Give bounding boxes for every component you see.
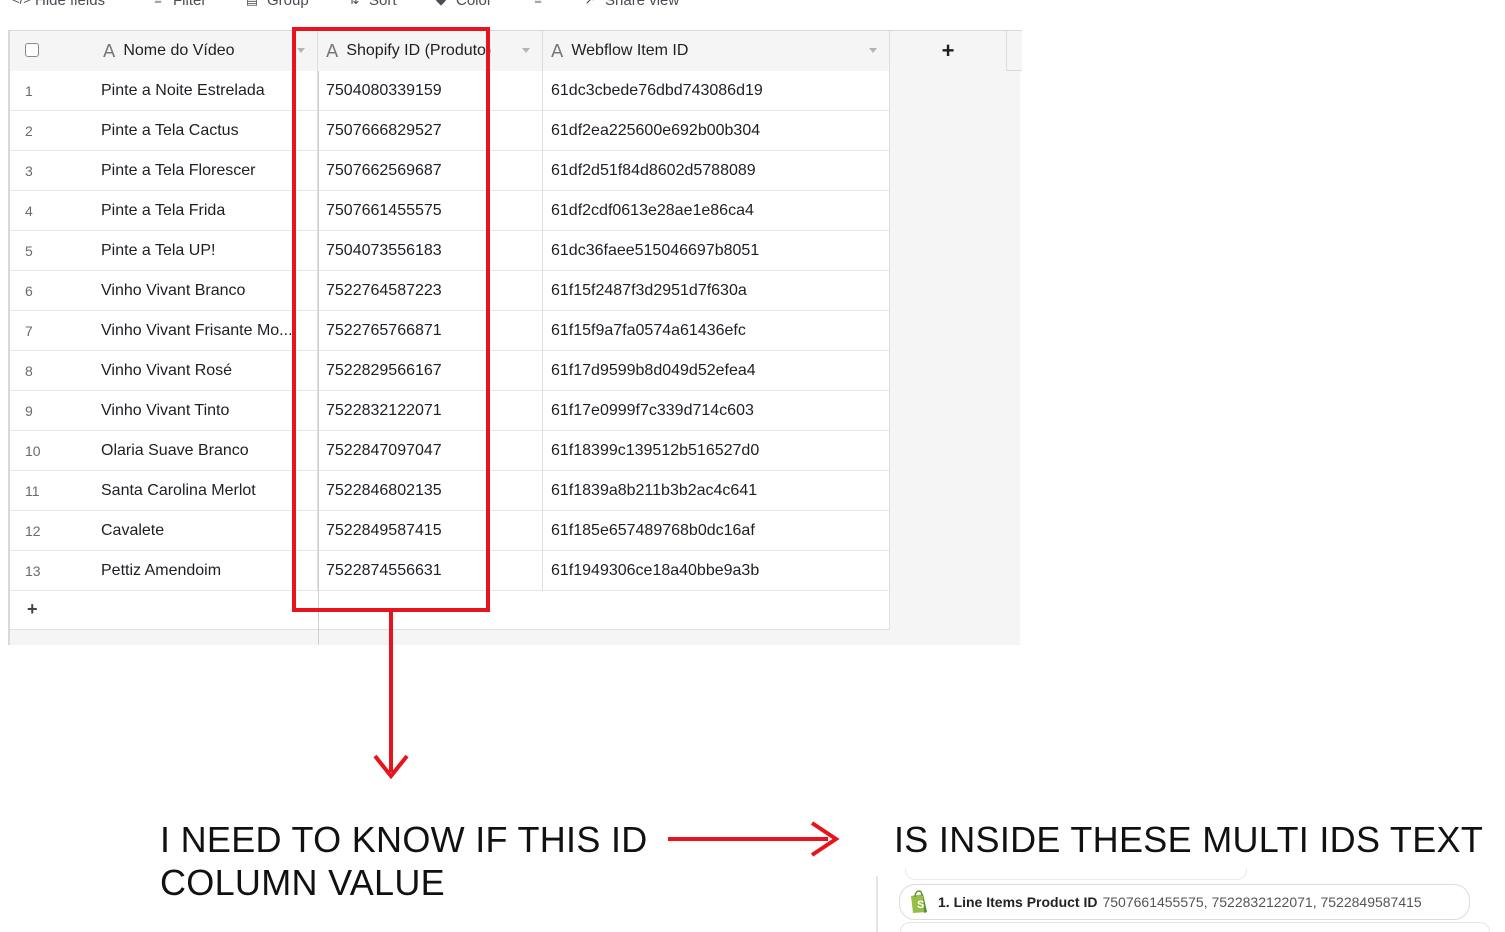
- hide-fields-label: Hide fields: [35, 0, 106, 9]
- cell-webflow-item-id[interactable]: 61f1839a8b211b3b2ac4c641: [543, 471, 890, 510]
- row-number: 13: [25, 562, 41, 579]
- row-number: 5: [25, 242, 33, 259]
- filter-icon: ≡: [150, 0, 166, 8]
- row-height-button[interactable]: ≡: [530, 0, 546, 12]
- hide-fields-button[interactable]: </> Hide fields: [12, 0, 105, 12]
- view-toolbar: </> Hide fields ≡ Filter ▤ Group ⇅ Sort …: [0, 0, 1020, 12]
- plus-icon: +: [27, 599, 38, 619]
- arrow-down-icon: [373, 754, 409, 780]
- cell-webflow-item-id[interactable]: 61f1949306ce18a40bbe9a3b: [543, 551, 890, 590]
- cell-nome-do-video[interactable]: Olaria Suave Branco: [100, 431, 318, 470]
- cell-webflow-item-id[interactable]: 61df2ea225600e692b00b304: [543, 111, 890, 150]
- cell-webflow-item-id[interactable]: 61f15f2487f3d2951d7f630a: [543, 271, 890, 310]
- add-column-button[interactable]: +: [890, 31, 1007, 71]
- chevron-down-icon[interactable]: [869, 48, 877, 53]
- cell-nome-do-video[interactable]: Pettiz Amendoim: [100, 551, 318, 590]
- cell-nome-do-video[interactable]: Cavalete: [100, 511, 318, 550]
- row-number: 2: [25, 122, 33, 139]
- paint-bucket-icon: ◆: [433, 0, 449, 8]
- cell-nome-do-video[interactable]: Vinho Vivant Frisante Mo...: [100, 311, 318, 350]
- text-field-icon: A: [103, 40, 116, 62]
- text-field-icon: A: [551, 40, 564, 62]
- column-title: Nome do Vídeo: [123, 42, 235, 59]
- filter-label: Filter: [173, 0, 207, 9]
- cell-nome-do-video[interactable]: Pinte a Tela Cactus: [100, 111, 318, 150]
- cell-nome-do-video[interactable]: Pinte a Noite Estrelada: [100, 71, 318, 110]
- row-height-icon: ≡: [530, 0, 546, 8]
- row-number: 1: [25, 82, 33, 99]
- share-view-label: Share view: [605, 0, 680, 9]
- row-number: 9: [25, 402, 33, 419]
- field-label: 1. Line Items Product ID: [938, 894, 1098, 910]
- arrow-right-shaft: [668, 837, 828, 841]
- cell-nome-do-video[interactable]: Pinte a Tela Frida: [100, 191, 318, 230]
- chevron-down-icon[interactable]: [522, 48, 530, 53]
- annotation-line: COLUMN VALUE: [160, 862, 445, 903]
- next-field-edge: [900, 922, 1490, 932]
- cell-nome-do-video[interactable]: Vinho Vivant Branco: [100, 271, 318, 310]
- data-grid: A Nome do Vídeo A Shopify ID (Produto) A…: [8, 30, 1022, 645]
- annotation-left-text: I NEED TO KNOW IF THIS ID COLUMN VALUE: [160, 818, 660, 904]
- group-button[interactable]: ▤ Group: [244, 0, 309, 12]
- hide-fields-icon: </>: [12, 0, 31, 8]
- cell-webflow-item-id[interactable]: 61dc36faee515046697b8051: [543, 231, 890, 270]
- group-icon: ▤: [244, 0, 260, 8]
- color-label: Color: [456, 0, 492, 9]
- cell-nome-do-video[interactable]: Vinho Vivant Rosé: [100, 351, 318, 390]
- cell-webflow-item-id[interactable]: 61f185e657489768b0dc16af: [543, 511, 890, 550]
- share-icon: ↗: [582, 0, 598, 8]
- plus-icon: +: [941, 38, 955, 63]
- grid-header: A Nome do Vídeo A Shopify ID (Produto) A…: [10, 30, 1022, 71]
- filter-button[interactable]: ≡ Filter: [150, 0, 206, 12]
- row-number: 12: [25, 522, 41, 539]
- row-number: 6: [25, 282, 33, 299]
- row-number: 4: [25, 202, 33, 219]
- group-label: Group: [267, 0, 309, 9]
- annotation-line: I NEED TO KNOW IF THIS ID: [160, 819, 648, 860]
- arrow-down-shaft: [389, 612, 393, 772]
- cell-webflow-item-id[interactable]: 61f17d9599b8d049d52efea4: [543, 351, 890, 390]
- cell-nome-do-video[interactable]: Pinte a Tela UP!: [100, 231, 318, 270]
- svg-text:S: S: [917, 899, 924, 911]
- cell-webflow-item-id[interactable]: 61f15f9a7fa0574a61436efc: [543, 311, 890, 350]
- row-number: 3: [25, 162, 33, 179]
- previous-field-edge: [905, 868, 1247, 880]
- column-title: Webflow Item ID: [571, 42, 689, 59]
- cell-webflow-item-id[interactable]: 61f17e0999f7c339d714c603: [543, 391, 890, 430]
- cell-webflow-item-id[interactable]: 61df2d51f84d8602d5788089: [543, 151, 890, 190]
- sort-button[interactable]: ⇅ Sort: [346, 0, 397, 12]
- select-all-checkbox[interactable]: [25, 43, 39, 57]
- arrow-right-icon: [810, 821, 840, 857]
- column-header-webflow-id[interactable]: A Webflow Item ID: [543, 31, 890, 71]
- color-button[interactable]: ◆ Color: [433, 0, 492, 12]
- sort-icon: ⇅: [346, 0, 362, 8]
- highlight-box: [292, 27, 490, 612]
- sort-label: Sort: [369, 0, 397, 9]
- annotation-right-text: IS INSIDE THESE MULTI IDS TEXT: [894, 819, 1484, 860]
- cell-nome-do-video[interactable]: Santa Carolina Merlot: [100, 471, 318, 510]
- row-number: 7: [25, 322, 33, 339]
- cell-webflow-item-id[interactable]: 61f18399c139512b516527d0: [543, 431, 890, 470]
- cell-nome-do-video[interactable]: Pinte a Tela Florescer: [100, 151, 318, 190]
- column-header-nome[interactable]: A Nome do Vídeo: [100, 31, 318, 71]
- line-items-field-pill[interactable]: S 1. Line Items Product ID 7507661455575…: [899, 884, 1470, 920]
- cell-webflow-item-id[interactable]: 61dc3cbede76dbd743086d19: [543, 71, 890, 110]
- cell-nome-do-video[interactable]: Vinho Vivant Tinto: [100, 391, 318, 430]
- row-number: 8: [25, 362, 33, 379]
- cell-webflow-item-id[interactable]: 61df2cdf0613e28ae1e86ca4: [543, 191, 890, 230]
- select-all-cell: [10, 31, 100, 71]
- share-view-button[interactable]: ↗ Share view: [582, 0, 680, 12]
- field-value: 7507661455575, 7522832122071, 7522849587…: [1102, 894, 1422, 910]
- row-number: 10: [25, 442, 41, 459]
- row-number: 11: [25, 482, 40, 499]
- shopify-icon: S: [911, 890, 927, 913]
